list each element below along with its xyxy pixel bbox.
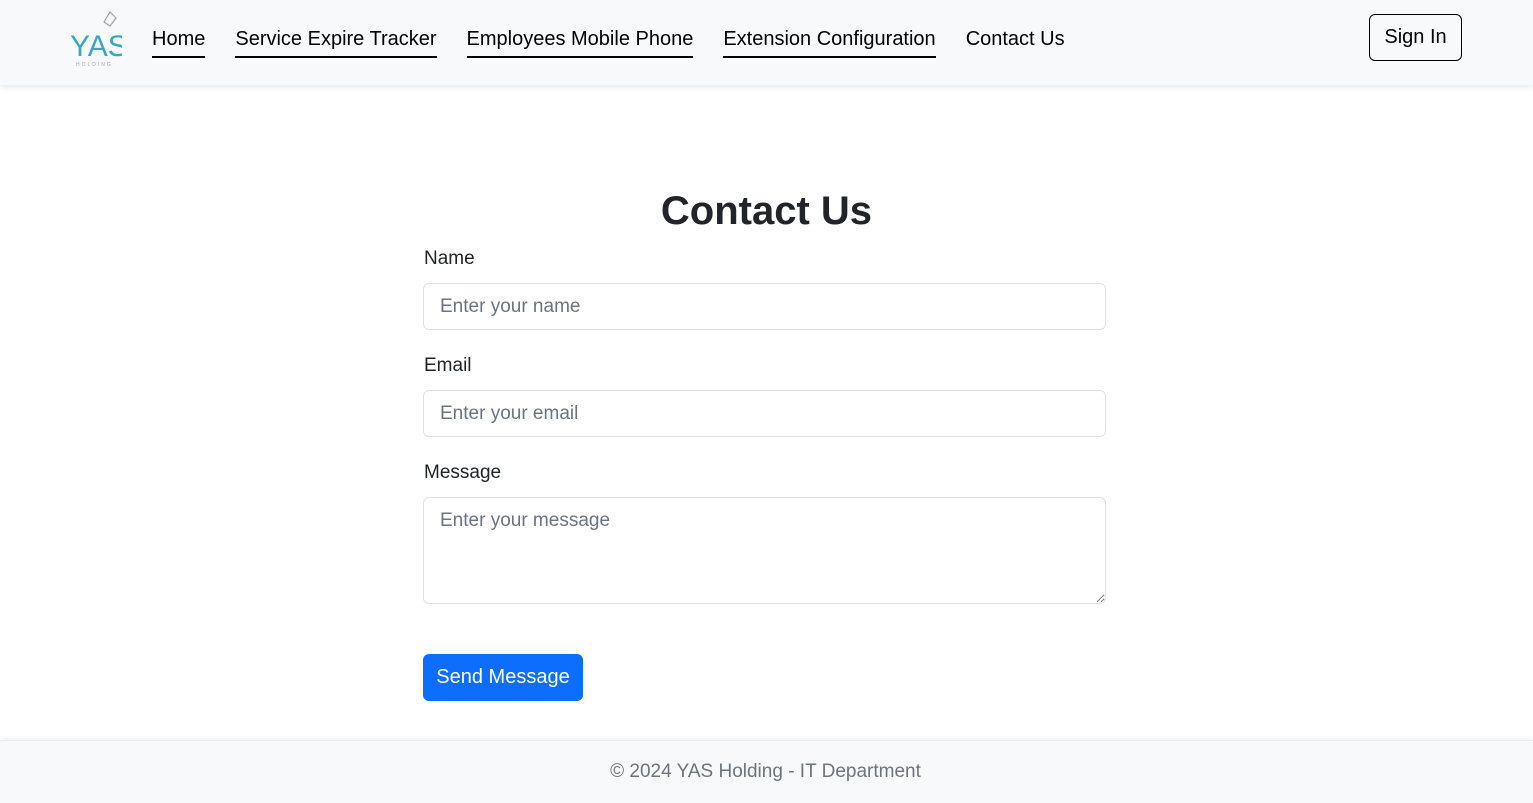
nav-service-expire-tracker[interactable]: Service Expire Tracker <box>235 26 437 58</box>
nav-employees-mobile-phone[interactable]: Employees Mobile Phone <box>466 26 694 58</box>
main-nav: Home Service Expire Tracker Employees Mo… <box>152 26 1095 60</box>
logo-text: YAS <box>70 30 122 63</box>
name-label: Name <box>424 248 475 269</box>
footer: © 2024 YAS Holding - IT Department <box>0 740 1533 803</box>
sign-in-button[interactable]: Sign In <box>1369 14 1462 61</box>
nav-home[interactable]: Home <box>152 26 206 58</box>
yas-holding-logo[interactable]: YAS HOLDING <box>68 8 122 68</box>
page-title: Contact Us <box>660 189 873 233</box>
message-label: Message <box>424 462 502 483</box>
logo-subtext: HOLDING <box>76 62 113 68</box>
email-label: Email <box>424 355 472 376</box>
footer-copyright: © 2024 YAS Holding - IT Department <box>610 761 921 782</box>
message-textarea[interactable] <box>423 497 1106 604</box>
email-input[interactable] <box>423 390 1106 437</box>
navbar: YAS HOLDING Home Service Expire Tracker … <box>0 0 1533 85</box>
nav-extension-configuration[interactable]: Extension Configuration <box>723 26 936 58</box>
nav-contact-us[interactable]: Contact Us <box>966 26 1065 58</box>
send-message-button[interactable]: Send Message <box>423 654 583 701</box>
name-input[interactable] <box>423 283 1106 330</box>
